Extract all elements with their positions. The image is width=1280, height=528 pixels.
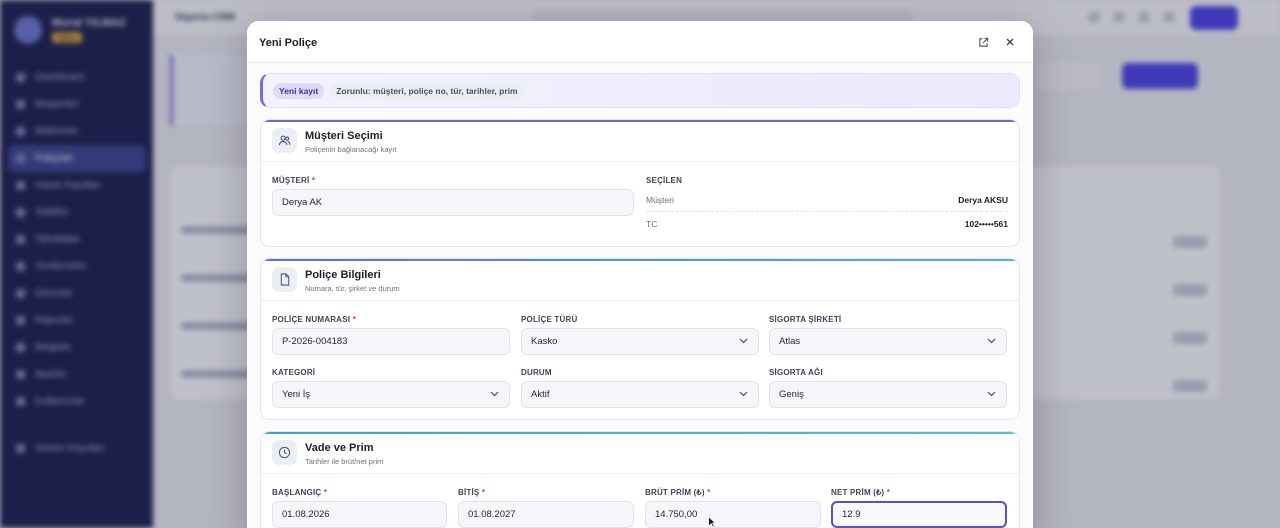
policy-number-label: POLİÇE NUMARASI * (272, 315, 356, 324)
required-fields-note: Zorunlu: müşteri, poliçe no, tür, tarihl… (330, 82, 524, 99)
section-title: Vade ve Prim (305, 442, 374, 454)
chevron-down-icon (987, 338, 996, 344)
chevron-down-icon (739, 338, 748, 344)
end-date-input[interactable]: 01.08.2027 (458, 501, 634, 528)
start-date-label: BAŞLANGIÇ * (272, 488, 328, 497)
section-title: Müşteri Seçimi (305, 130, 383, 142)
end-date-label: BİTİŞ * (458, 488, 486, 497)
section-header: Müşteri Seçimi Poliçenin bağlanacağı kay… (261, 122, 1019, 162)
start-date-input[interactable]: 01.08.2026 (272, 501, 447, 528)
network-select[interactable]: Geniş (769, 381, 1007, 408)
network-label: SİGORTA AĞI (769, 368, 823, 377)
modal-header: Yeni Poliçe (247, 21, 1033, 63)
section-title: Poliçe Bilgileri (305, 269, 381, 281)
document-icon (272, 267, 297, 292)
selected-customer-row: Müşteri Derya AKSU (646, 189, 1008, 212)
customer-search-input[interactable]: Derya AK (272, 189, 634, 216)
net-premium-label: NET PRİM (₺) * (831, 488, 891, 497)
chevron-down-icon (490, 391, 499, 397)
net-premium-input[interactable]: 12.9 (831, 501, 1007, 528)
selected-tc-row: TC 102•••••561 (646, 218, 1008, 229)
policy-number-input[interactable]: P-2026-004183 (272, 328, 510, 355)
section-header: Poliçe Bilgileri Numara, tür, şirket ve … (261, 261, 1019, 301)
chevron-down-icon (987, 391, 996, 397)
modal-body: Yeni kayıt Zorunlu: müşteri, poliçe no, … (260, 73, 1020, 528)
term-premium-section: Vade ve Prim Tarihler ile brüt/net prim … (260, 431, 1020, 528)
section-subtitle: Poliçenin bağlanacağı kayıt (305, 145, 397, 154)
section-subtitle: Numara, tür, şirket ve durum (305, 284, 400, 293)
gross-premium-input[interactable]: 14.750,00 (645, 501, 821, 528)
policy-type-select[interactable]: Kasko (521, 328, 759, 355)
info-banner: Yeni kayıt Zorunlu: müşteri, poliçe no, … (260, 73, 1020, 108)
external-link-icon[interactable] (975, 34, 991, 50)
category-select[interactable]: Yeni İş (272, 381, 510, 408)
status-label: DURUM (521, 368, 552, 377)
chevron-down-icon (739, 391, 748, 397)
company-select[interactable]: Atlas (769, 328, 1007, 355)
section-header: Vade ve Prim Tarihler ile brüt/net prim (261, 434, 1019, 474)
company-label: SİGORTA ŞİRKETİ (769, 315, 842, 324)
mouse-cursor-icon (708, 516, 717, 528)
policy-info-section: Poliçe Bilgileri Numara, tür, şirket ve … (260, 258, 1020, 420)
customer-label: MÜŞTERİ * (272, 176, 316, 185)
new-policy-modal: Yeni Poliçe Yeni kayıt Zorunlu: müşteri,… (247, 21, 1033, 528)
clock-icon (272, 440, 297, 465)
customer-section: Müşteri Seçimi Poliçenin bağlanacağı kay… (260, 119, 1020, 247)
selected-label: SEÇİLEN (646, 176, 683, 185)
category-label: KATEGORİ (272, 368, 316, 377)
section-subtitle: Tarihler ile brüt/net prim (305, 457, 384, 466)
gross-premium-label: BRÜT PRİM (₺) * (645, 488, 711, 497)
close-icon[interactable] (1002, 34, 1018, 50)
new-record-badge: Yeni kayıt (273, 82, 325, 99)
modal-title: Yeni Poliçe (259, 37, 318, 49)
policy-type-label: POLİÇE TÜRÜ (521, 315, 578, 324)
users-icon (272, 128, 297, 153)
status-select[interactable]: Aktif (521, 381, 759, 408)
